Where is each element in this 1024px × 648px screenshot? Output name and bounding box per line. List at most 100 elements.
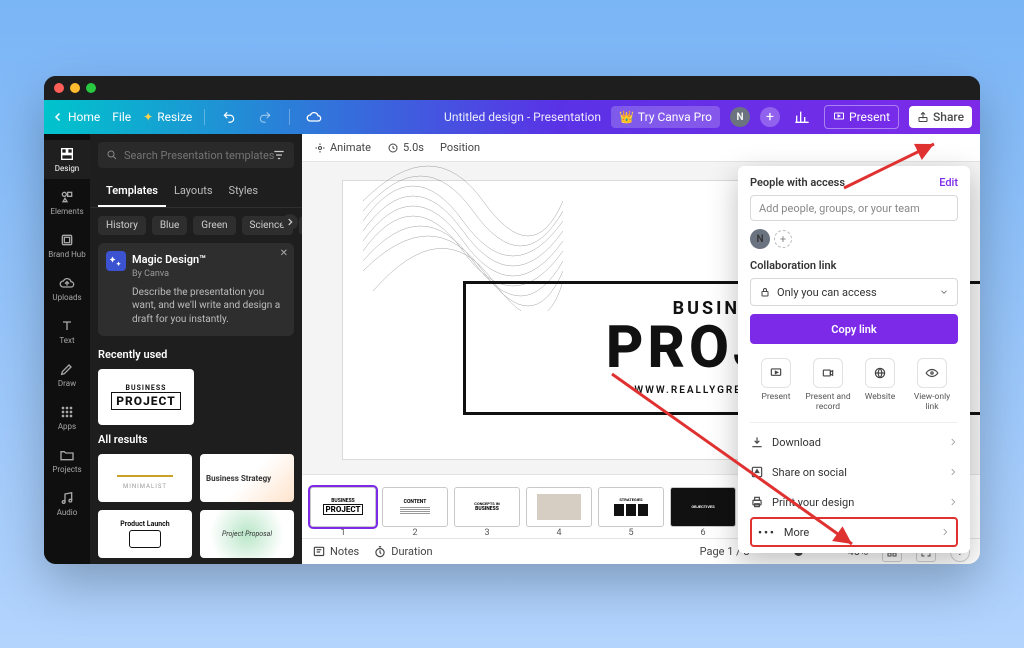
animate-button[interactable]: Animate: [314, 141, 371, 154]
canvas-area: Animate 5.0s Position: [302, 134, 980, 564]
rail-draw[interactable]: Draw: [44, 355, 90, 394]
slide-thumb[interactable]: 4: [526, 487, 592, 527]
share-avatar[interactable]: N: [750, 229, 770, 249]
chevron-down-icon: [939, 287, 949, 297]
share-opt-present-record[interactable]: Present and record: [804, 358, 852, 412]
print-row[interactable]: Print your design: [750, 487, 958, 517]
chevron-right-icon: [940, 527, 950, 537]
tab-styles[interactable]: Styles: [221, 176, 267, 207]
record-icon: [821, 366, 835, 380]
template-thumb[interactable]: Business Strategy: [200, 454, 294, 502]
search-input[interactable]: [124, 149, 286, 162]
slide-thumb[interactable]: CONCEPTS INBUSINESS3: [454, 487, 520, 527]
share-icon: [917, 111, 929, 123]
chevron-right-icon: [948, 497, 958, 507]
chips-scroll-right[interactable]: [282, 214, 298, 230]
undo-button[interactable]: [217, 105, 241, 129]
share-social-row[interactable]: Share on social: [750, 457, 958, 487]
collab-link-label: Collaboration link: [750, 259, 958, 272]
chip-history[interactable]: History: [98, 216, 146, 235]
access-dropdown[interactable]: Only you can access: [750, 278, 958, 306]
close-traffic-light[interactable]: [54, 83, 64, 93]
minimize-traffic-light[interactable]: [70, 83, 80, 93]
slide-thumb[interactable]: OBJECTIVES6: [670, 487, 736, 527]
chevron-right-icon: [948, 437, 958, 447]
filter-chips: History Blue Green Science Bus: [90, 208, 302, 243]
sidebar-panel: Templates Layouts Styles History Blue Gr…: [90, 134, 302, 564]
document-title[interactable]: Untitled design - Presentation: [444, 110, 601, 124]
filter-button[interactable]: [270, 146, 288, 164]
slide-thumb[interactable]: BUSINESSPROJECT1: [310, 487, 376, 527]
download-row[interactable]: Download: [750, 427, 958, 457]
rail-design[interactable]: Design: [44, 140, 90, 179]
file-menu[interactable]: File: [112, 110, 131, 124]
share-opt-present[interactable]: Present: [752, 358, 800, 412]
share-opt-viewonly[interactable]: View-only link: [908, 358, 956, 412]
template-search[interactable]: [98, 142, 294, 168]
close-icon[interactable]: ✕: [280, 247, 288, 261]
home-link[interactable]: Home: [68, 110, 100, 124]
user-avatar[interactable]: N: [730, 107, 750, 127]
lock-icon: [759, 286, 771, 298]
print-icon: [750, 495, 764, 509]
add-avatar-button[interactable]: +: [774, 230, 792, 248]
canvas-toolbar: Animate 5.0s Position: [302, 134, 980, 162]
play-icon: [833, 111, 845, 123]
tab-templates[interactable]: Templates: [98, 176, 166, 207]
present-button[interactable]: Present: [824, 105, 899, 129]
search-icon: [106, 149, 118, 161]
rail-audio[interactable]: Audio: [44, 484, 90, 523]
more-row[interactable]: •••More: [750, 517, 958, 547]
timing-button[interactable]: 5.0s: [387, 141, 424, 154]
share-header: People with access: [750, 176, 845, 189]
tab-layouts[interactable]: Layouts: [166, 176, 221, 207]
add-member-button[interactable]: +: [760, 107, 780, 127]
share-button[interactable]: Share: [909, 106, 972, 128]
rail-text[interactable]: Text: [44, 312, 90, 351]
more-icon: •••: [758, 526, 776, 539]
slide-thumb[interactable]: CONTENT2: [382, 487, 448, 527]
recent-template-thumb[interactable]: BUSINESS PROJECT: [98, 369, 194, 425]
maximize-traffic-light[interactable]: [86, 83, 96, 93]
edit-access-link[interactable]: Edit: [939, 176, 958, 189]
titlebar: [44, 76, 980, 100]
cloud-sync-icon[interactable]: [302, 105, 326, 129]
back-button[interactable]: Home: [52, 110, 100, 124]
template-thumb[interactable]: Project Proposal: [200, 510, 294, 558]
notes-button[interactable]: Notes: [312, 545, 359, 559]
rail-elements[interactable]: Elements: [44, 183, 90, 222]
add-people-input[interactable]: Add people, groups, or your team: [750, 195, 958, 221]
magic-title: Magic Design™: [132, 253, 284, 268]
slide-thumb[interactable]: STRATEGIES5: [598, 487, 664, 527]
chip-green[interactable]: Green: [193, 216, 235, 235]
magic-icon: [106, 251, 126, 271]
all-results-header: All results: [90, 429, 302, 450]
left-rail: Design Elements Brand Hub Uploads Text D…: [44, 134, 90, 564]
social-icon: [750, 465, 764, 479]
magic-by: By Canva: [132, 268, 284, 280]
copy-link-button[interactable]: Copy link: [750, 314, 958, 344]
rail-uploads[interactable]: Uploads: [44, 269, 90, 308]
share-popover: People with access Edit Add people, grou…: [738, 166, 970, 553]
globe-icon: [873, 366, 887, 380]
position-button[interactable]: Position: [440, 141, 480, 154]
duration-button[interactable]: Duration: [373, 545, 432, 559]
magic-design-card[interactable]: ✕ Magic Design™ By Canva Describe the pr…: [98, 243, 294, 336]
top-toolbar: Home File ✦ Resize Untitled design - Pre…: [44, 100, 980, 134]
share-opt-website[interactable]: Website: [856, 358, 904, 412]
rail-projects[interactable]: Projects: [44, 441, 90, 480]
animate-icon: [314, 142, 326, 154]
redo-button[interactable]: [253, 105, 277, 129]
chevron-right-icon: [948, 467, 958, 477]
template-thumb[interactable]: MINIMALIST: [98, 454, 192, 502]
analytics-button[interactable]: [790, 105, 814, 129]
template-thumb[interactable]: Product Launch: [98, 510, 192, 558]
panel-tabs: Templates Layouts Styles: [90, 176, 302, 208]
app-window: Home File ✦ Resize Untitled design - Pre…: [44, 76, 980, 564]
try-pro-button[interactable]: 👑Try Canva Pro: [611, 106, 720, 128]
rail-brand-hub[interactable]: Brand Hub: [44, 226, 90, 265]
present-icon: [769, 366, 783, 380]
resize-button[interactable]: ✦ Resize: [143, 110, 192, 124]
chip-blue[interactable]: Blue: [152, 216, 187, 235]
rail-apps[interactable]: Apps: [44, 398, 90, 437]
